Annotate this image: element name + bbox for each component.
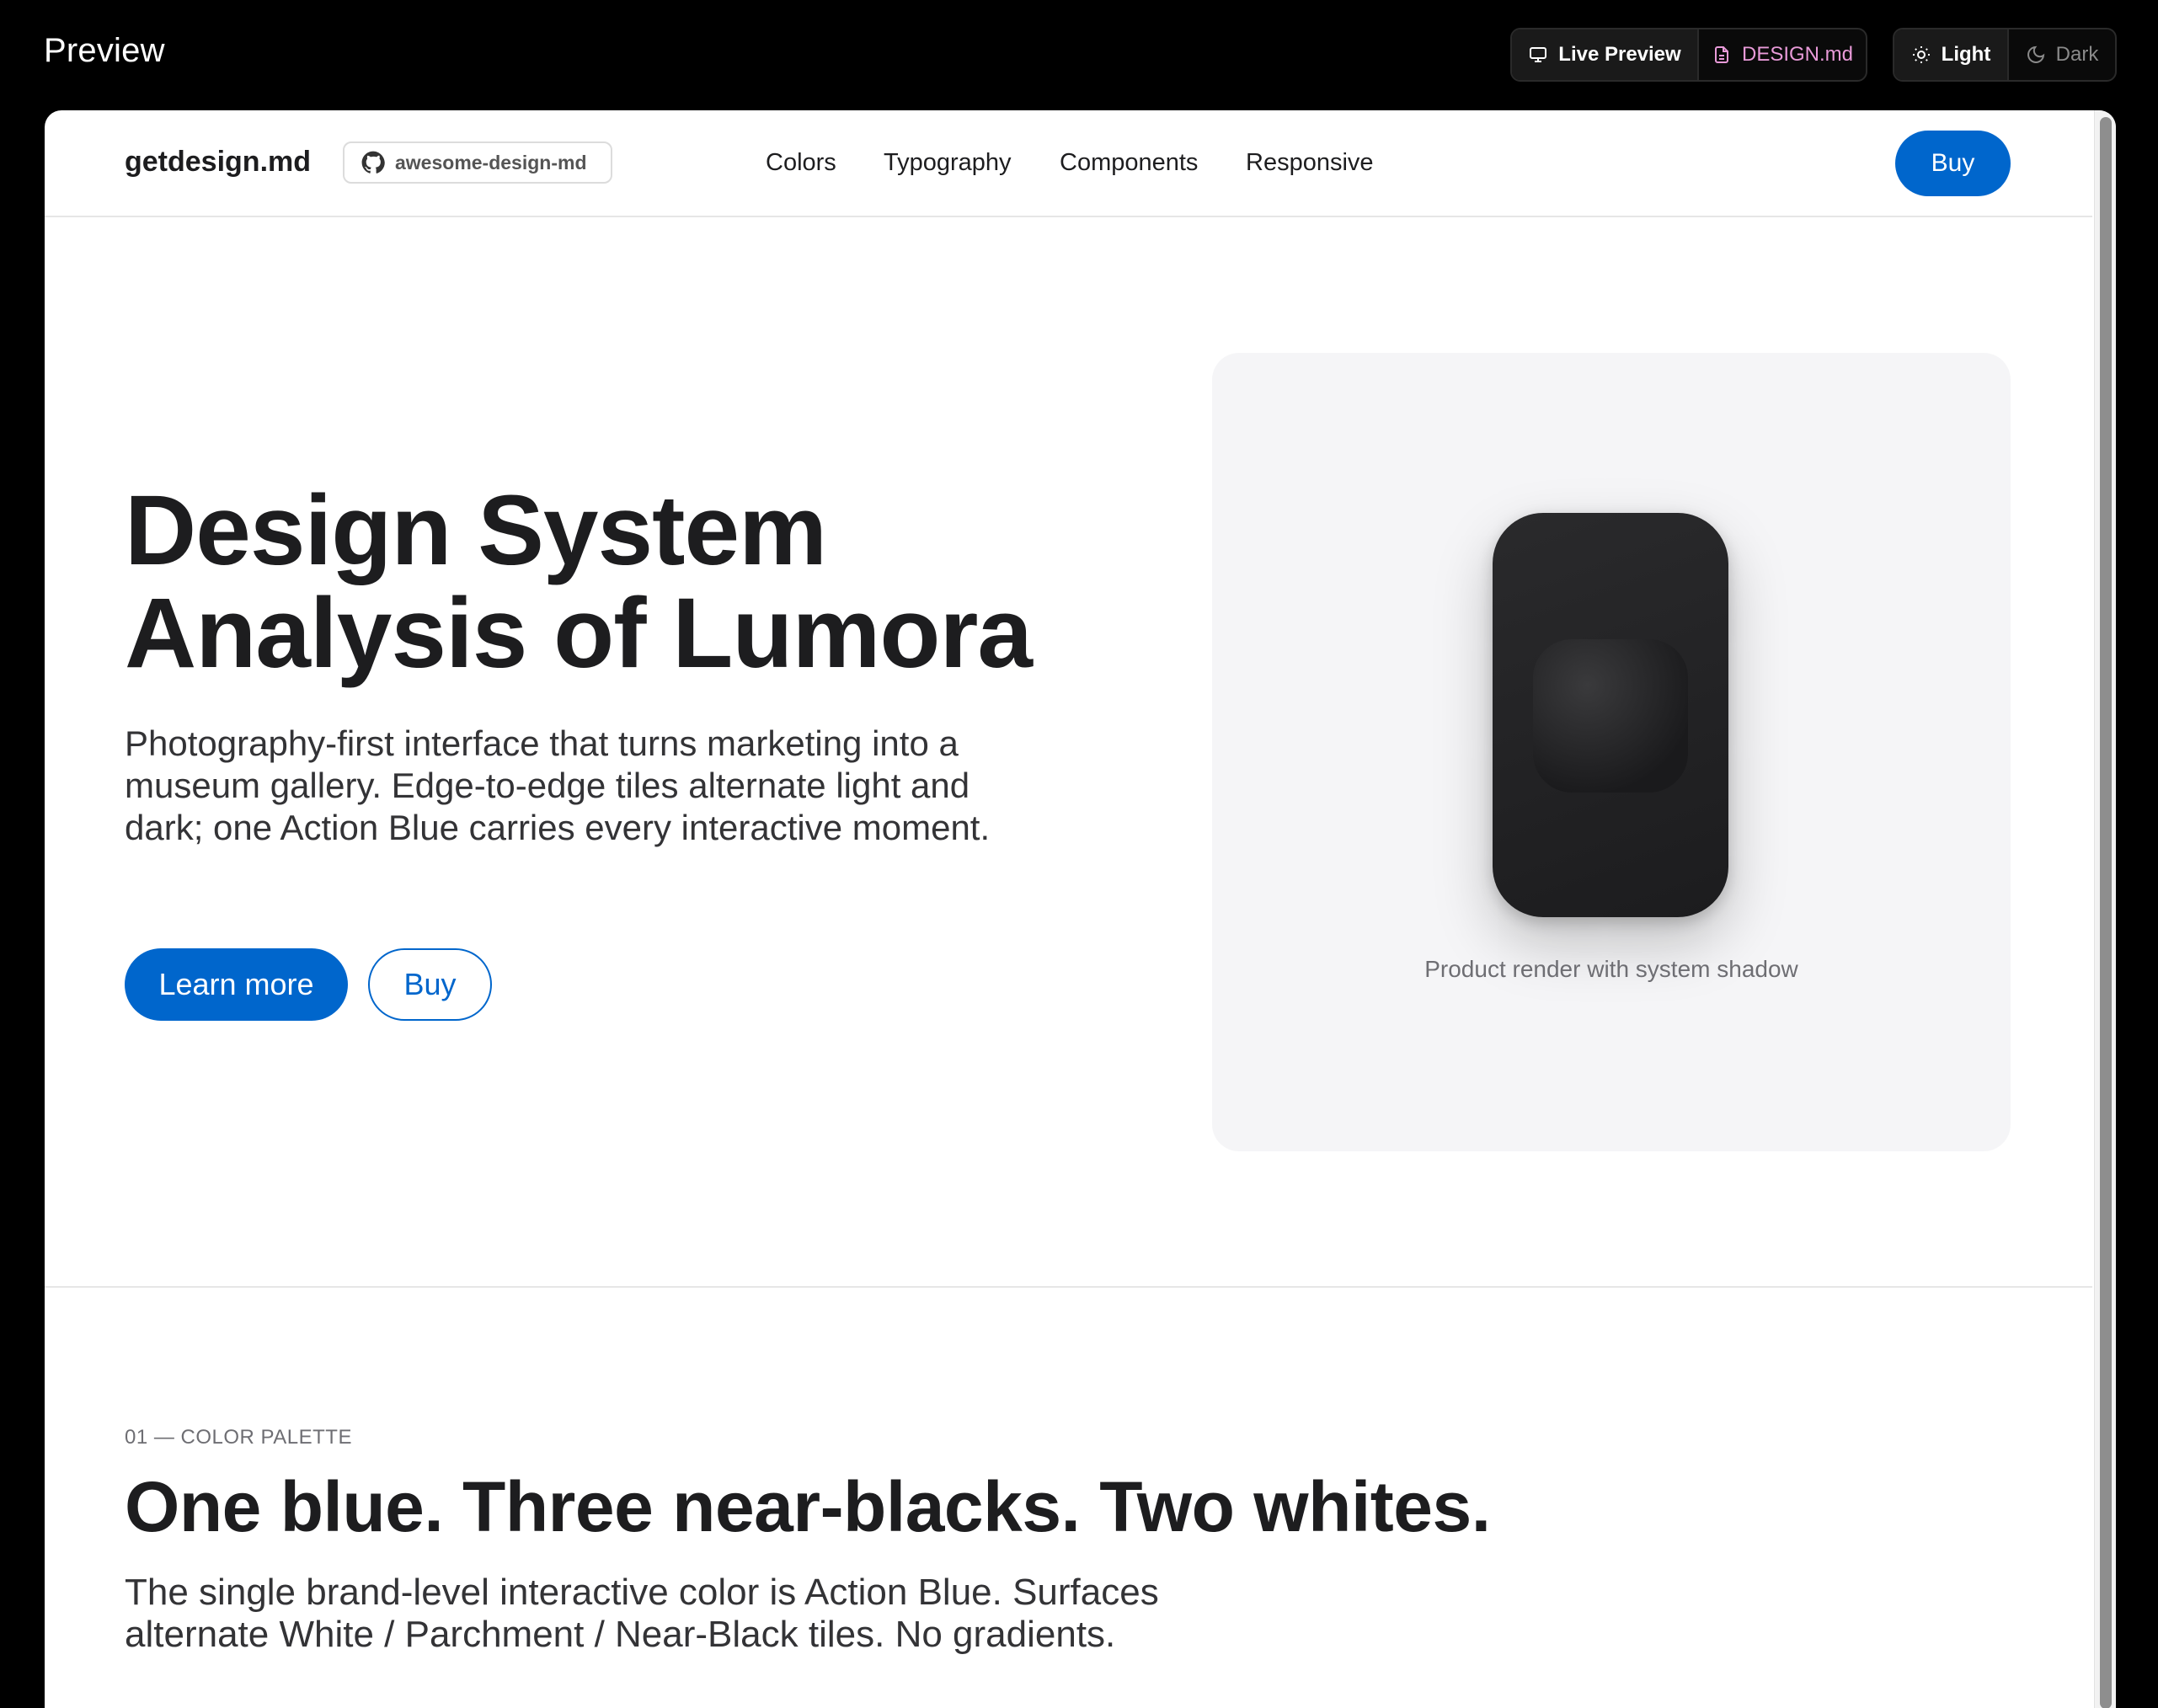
moon-icon [2027,45,2044,63]
section-subtitle: The single brand-level interactive color… [125,1572,1159,1655]
site-nav: getdesign.md awesome-design-md Colors Ty… [45,110,2092,217]
app-title: Preview [44,32,165,69]
view-switcher: Live Preview DESIGN.md [1510,28,1867,82]
hero-buy-button[interactable]: Buy [368,948,492,1021]
section-eyebrow: 01 — COLOR PALETTE [125,1426,352,1449]
sun-icon [1912,46,1930,63]
nav-link-components[interactable]: Components [1060,149,1198,177]
repo-badge[interactable]: awesome-design-md [343,141,612,184]
file-icon [1714,46,1728,63]
repo-badge-label: awesome-design-md [395,151,587,173]
theme-dark-button[interactable]: Dark [2007,29,2115,80]
hero-subtitle: Photography-first interface that turns m… [125,723,991,847]
hero-title-line-2: Analysis of Lumora [125,578,1033,689]
preview-frame: getdesign.md awesome-design-md Colors Ty… [45,110,2116,1708]
site-brand[interactable]: getdesign.md [125,146,311,179]
section-title: One blue. Three near-blacks. Two whites. [125,1467,1491,1546]
theme-light-button[interactable]: Light [1894,29,2007,80]
theme-dark-label: Dark [2055,43,2099,66]
monitor-icon [1530,47,1547,62]
tab-live-preview[interactable]: Live Preview [1512,29,1697,80]
scrollbar[interactable] [2094,110,2116,1708]
scrollbar-thumb[interactable] [2100,117,2112,1708]
nav-buy-button[interactable]: Buy [1895,131,2011,196]
tab-design-md-label: DESIGN.md [1741,43,1854,66]
hero-title-line-1: Design System [125,475,827,586]
product-tile: Product render with system shadow [1212,353,2011,1151]
tab-design-md[interactable]: DESIGN.md [1697,29,1866,80]
product-render-detail [1533,639,1688,793]
theme-light-label: Light [1941,43,1991,66]
tab-live-preview-label: Live Preview [1558,43,1681,66]
product-render-image [1493,513,1728,917]
nav-link-typography[interactable]: Typography [884,149,1012,177]
nav-link-responsive[interactable]: Responsive [1246,149,1374,177]
github-icon [361,151,385,173]
app-toolbar: Preview Live Preview DESIGN.md Light Dar… [0,0,2158,109]
tile-caption: Product render with system shadow [1424,956,1798,982]
section-divider [45,1286,2092,1288]
learn-more-button[interactable]: Learn more [125,948,348,1021]
hero-title: Design System Analysis of Lumora [125,479,1135,685]
nav-link-colors[interactable]: Colors [766,149,836,177]
theme-switcher: Light Dark [1893,28,2117,82]
